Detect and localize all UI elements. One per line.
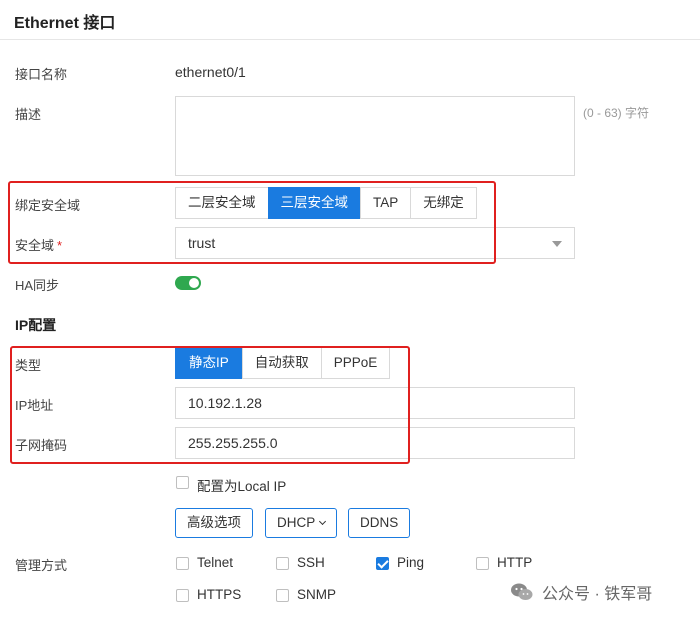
- watermark-text: 公众号 · 铁军哥: [542, 586, 653, 603]
- caret-down-icon: [552, 241, 562, 247]
- chevron-down-icon: [319, 517, 327, 526]
- ssh-checkbox[interactable]: [276, 557, 289, 570]
- ping-checkbox[interactable]: [376, 557, 389, 570]
- snmp-label: SNMP: [297, 587, 337, 602]
- highlight-box-ip: [10, 346, 410, 464]
- title-bar: Ethernet 接口: [0, 0, 700, 40]
- ssh-label: SSH: [297, 555, 325, 570]
- ping-label: Ping: [397, 555, 425, 570]
- snmp-checkbox[interactable]: [276, 589, 289, 602]
- dhcp-button[interactable]: DHCP: [265, 508, 338, 538]
- interface-name-value: ethernet0/1: [175, 64, 246, 80]
- http-label: HTTP: [497, 555, 533, 570]
- management-label: 管理方式: [15, 558, 68, 573]
- ha-sync-toggle[interactable]: [175, 276, 201, 290]
- description-label: 描述: [15, 107, 42, 122]
- https-label: HTTPS: [197, 587, 242, 602]
- ddns-button[interactable]: DDNS: [348, 508, 411, 538]
- watermark: 公众号 · 铁军哥: [510, 580, 652, 604]
- highlight-box-zone: [8, 181, 496, 264]
- toggle-knob: [189, 278, 199, 288]
- dhcp-button-label: DHCP: [277, 515, 316, 530]
- page-title: Ethernet 接口: [14, 15, 116, 32]
- advanced-options-button[interactable]: 高级选项: [175, 508, 253, 538]
- telnet-label: Telnet: [197, 555, 234, 570]
- description-textarea[interactable]: [175, 96, 575, 176]
- telnet-checkbox[interactable]: [176, 557, 189, 570]
- ha-sync-label: HA同步: [15, 278, 60, 293]
- ip-config-section-title: IP配置: [15, 317, 57, 333]
- description-hint: (0 - 63) 字符: [583, 106, 650, 120]
- http-checkbox[interactable]: [476, 557, 489, 570]
- interface-name-label: 接口名称: [15, 67, 68, 82]
- wechat-icon: [511, 583, 533, 600]
- https-checkbox[interactable]: [176, 589, 189, 602]
- local-ip-checkbox[interactable]: [176, 476, 189, 489]
- local-ip-label: 配置为Local IP: [197, 479, 287, 494]
